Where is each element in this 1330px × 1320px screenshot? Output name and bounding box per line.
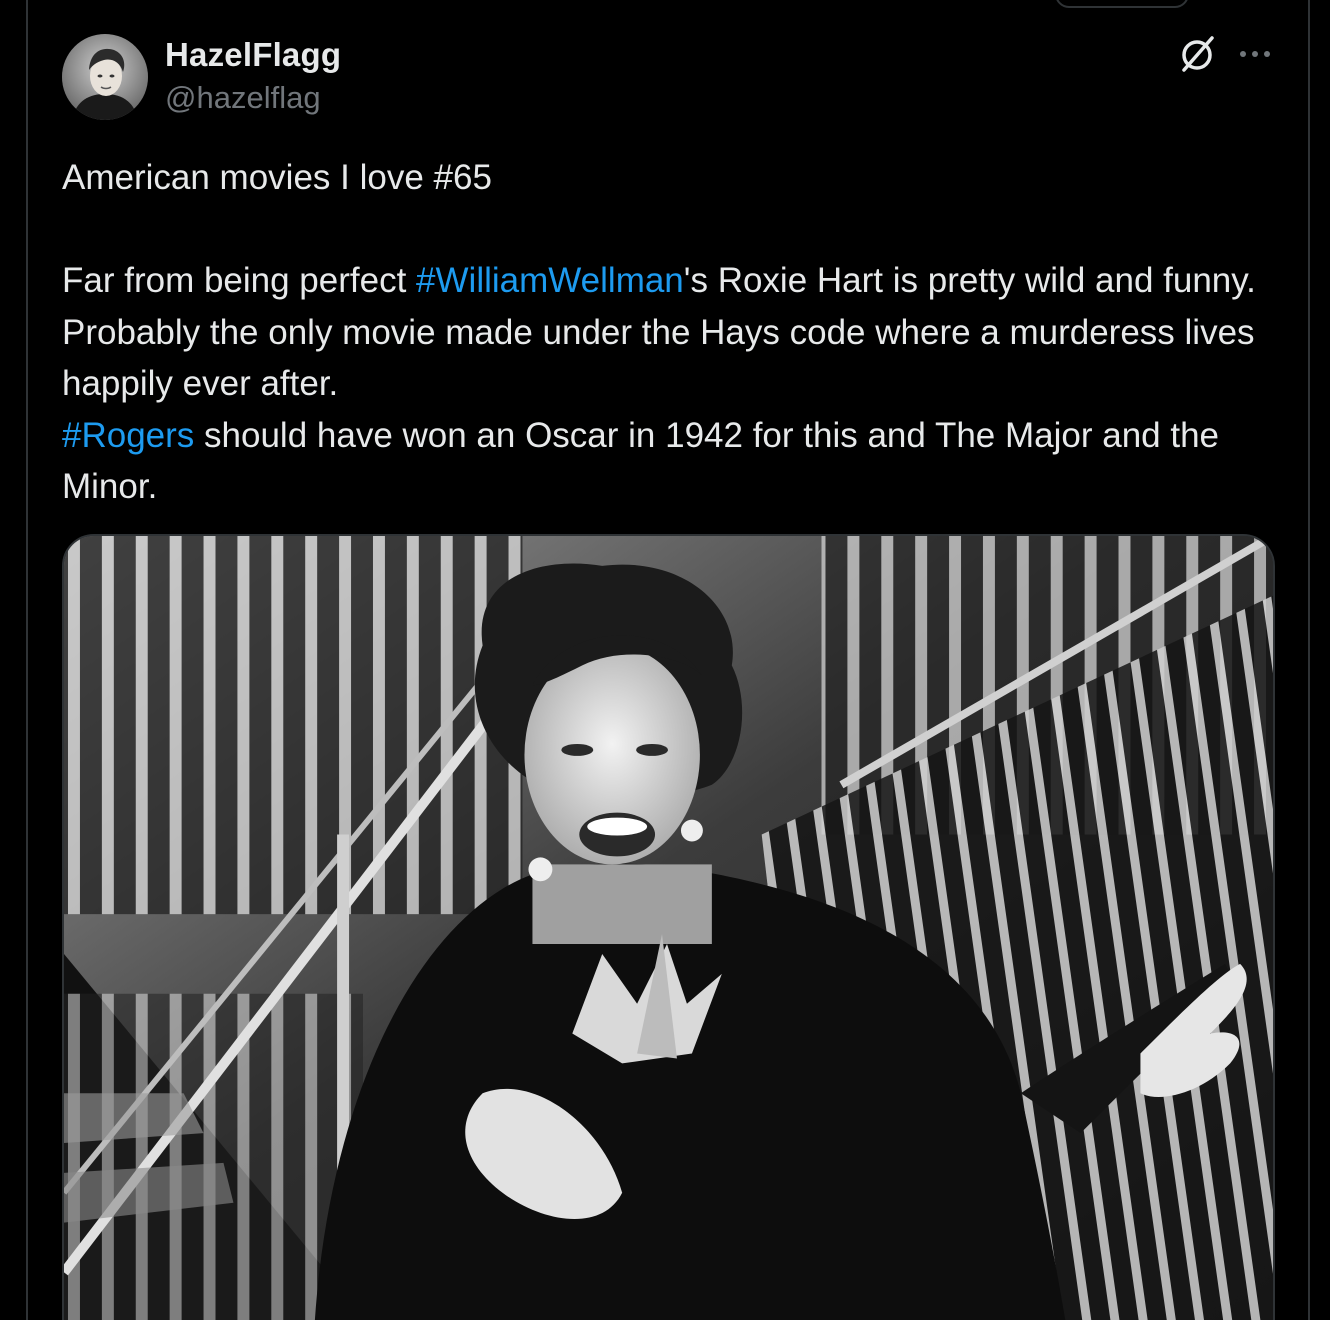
more-options-button[interactable] (1234, 38, 1276, 70)
post-text-blank-line (62, 204, 1277, 256)
hashtag-link-william-wellman[interactable]: #WilliamWellman (416, 261, 684, 300)
author-handle[interactable]: @hazelflag (165, 80, 321, 116)
page: HazelFlagg @hazelflag American movies I … (0, 0, 1330, 1320)
post-text-segment: Far from being perfect (62, 261, 417, 300)
avatar[interactable] (62, 34, 148, 120)
hashtag-link-rogers[interactable]: #Rogers (62, 416, 194, 455)
more-icon (1240, 51, 1270, 57)
grok-icon (1182, 36, 1214, 72)
author-display-name[interactable]: HazelFlagg (165, 36, 341, 74)
post-media-image[interactable] (62, 534, 1275, 1320)
grok-button[interactable] (1176, 34, 1218, 76)
photo-image (64, 536, 1273, 1320)
post-text-segment: should have won an Oscar in 1942 for thi… (62, 415, 1220, 507)
avatar-photo-icon (62, 34, 148, 120)
post-text-paragraph: Far from being perfect #WilliamWellman's… (62, 255, 1277, 410)
post-text: American movies I love #65 Far from bein… (62, 152, 1277, 513)
post-text-paragraph: #Rogers should have won an Oscar in 1942… (62, 410, 1277, 513)
post-text-line: American movies I love #65 (62, 158, 492, 197)
